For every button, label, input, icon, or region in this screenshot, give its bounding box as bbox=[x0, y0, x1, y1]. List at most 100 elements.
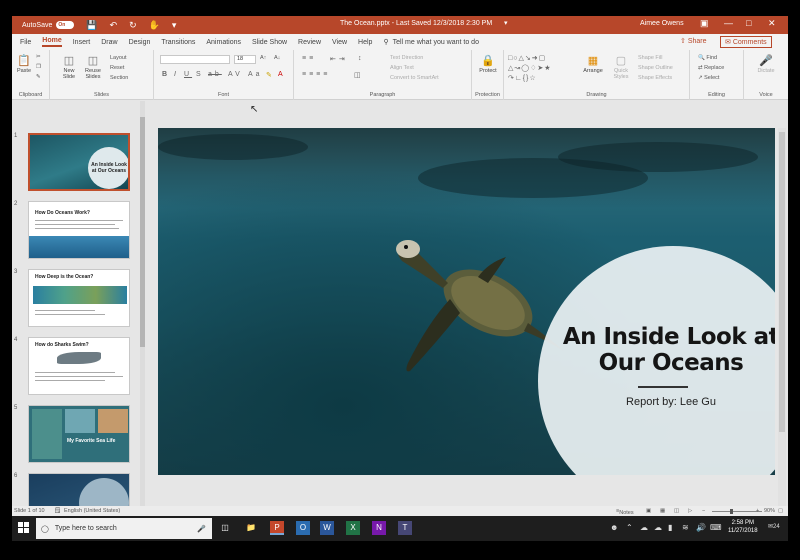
slide-subtitle[interactable]: Report by: Lee Gu bbox=[560, 396, 775, 408]
maximize-icon[interactable]: □ bbox=[746, 18, 751, 28]
shapes-gallery-icon[interactable]: □○△↘➜▢ bbox=[508, 54, 546, 62]
quick-styles-button[interactable]: ▢ Quick Styles bbox=[608, 54, 634, 80]
shape-outline-button[interactable]: Shape Outline bbox=[638, 65, 673, 71]
powerpoint-app-icon[interactable]: P bbox=[270, 521, 284, 535]
line-spacing-icon[interactable]: ↕ bbox=[358, 55, 365, 62]
columns-icon[interactable]: ◫ bbox=[354, 71, 364, 79]
format-painter-icon[interactable]: ✎ bbox=[36, 74, 41, 80]
slide-title[interactable]: An Inside Look at Our Oceans bbox=[560, 324, 775, 376]
share-button[interactable]: ⇧ Share bbox=[680, 37, 707, 45]
italic-icon[interactable]: I bbox=[174, 71, 179, 78]
tab-review[interactable]: Review bbox=[298, 39, 321, 46]
font-size-box[interactable]: 18 bbox=[234, 55, 256, 64]
align-text-button[interactable]: Align Text bbox=[390, 65, 414, 71]
tell-me-box[interactable]: ⚲ Tell me what you want to do bbox=[383, 38, 479, 47]
tab-design[interactable]: Design bbox=[129, 39, 151, 46]
notifications-icon[interactable]: ✉24 bbox=[768, 523, 780, 530]
save-icon[interactable]: 💾 bbox=[86, 20, 97, 31]
tab-insert[interactable]: Insert bbox=[73, 39, 91, 46]
tab-home[interactable]: Home bbox=[42, 37, 62, 47]
normal-view-icon[interactable]: ▣ bbox=[646, 508, 651, 514]
task-view-icon[interactable]: ◫ bbox=[218, 521, 232, 535]
proofing-icon[interactable]: 🗒 bbox=[54, 508, 61, 514]
bold-icon[interactable]: B bbox=[162, 71, 170, 78]
change-case-icon[interactable]: Aa bbox=[248, 71, 263, 78]
touch-mode-icon[interactable]: ✋ bbox=[149, 20, 160, 31]
customize-toolbar-icon[interactable]: ▾ bbox=[172, 20, 177, 31]
section-button[interactable]: Section bbox=[110, 75, 128, 81]
shrink-font-icon[interactable]: A↓ bbox=[274, 55, 280, 61]
people-icon[interactable]: ☻ bbox=[610, 523, 618, 532]
reset-button[interactable]: Reset bbox=[110, 65, 124, 71]
cut-icon[interactable]: ✂ bbox=[36, 54, 41, 60]
undo-icon[interactable]: ↶ bbox=[110, 20, 118, 31]
indent-icon[interactable]: ⇤⇥ bbox=[330, 55, 348, 63]
fit-slide-icon[interactable]: ▢ bbox=[778, 508, 783, 514]
layout-button[interactable]: Layout bbox=[110, 55, 127, 61]
copy-icon[interactable]: ❐ bbox=[36, 64, 41, 70]
thumbnail-scrollbar[interactable] bbox=[140, 101, 145, 521]
user-name[interactable]: Aimee Owens bbox=[640, 20, 684, 27]
slide-thumbnail-3[interactable]: How Deep is the Ocean? bbox=[28, 269, 130, 327]
slide-scroll-thumb[interactable] bbox=[779, 132, 785, 432]
ribbon-display-icon[interactable]: ▣ bbox=[700, 18, 709, 29]
shapes-gallery-icon-row2[interactable]: △↝◯♢➤★ bbox=[508, 64, 552, 72]
find-button[interactable]: 🔍 Find bbox=[698, 55, 717, 61]
slide-thumbnail-4[interactable]: How do Sharks Swim? bbox=[28, 337, 130, 395]
grow-font-icon[interactable]: A↑ bbox=[260, 55, 266, 61]
close-icon[interactable]: ✕ bbox=[768, 18, 776, 29]
tab-slide-show[interactable]: Slide Show bbox=[252, 39, 287, 46]
notes-button[interactable]: ≡ Notes bbox=[616, 508, 634, 516]
dictate-button[interactable]: 🎤 Dictate bbox=[750, 54, 782, 74]
shadow-icon[interactable]: S bbox=[196, 71, 204, 78]
chevron-up-icon[interactable]: ⌃ bbox=[626, 523, 633, 532]
autosave-toggle[interactable]: On bbox=[56, 21, 75, 29]
slide-thumbnail-1[interactable]: An Inside Look at Our Oceans bbox=[28, 133, 130, 191]
redo-icon[interactable]: ↻ bbox=[129, 20, 137, 31]
shapes-gallery-icon-row3[interactable]: ↷∟{}☆ bbox=[508, 74, 537, 82]
slide-canvas[interactable]: An Inside Look at Our Oceans Report by: … bbox=[158, 128, 775, 475]
comments-button[interactable]: ✉ Comments bbox=[720, 36, 772, 48]
onenote-app-icon[interactable]: N bbox=[372, 521, 386, 535]
file-explorer-icon[interactable]: 📁 bbox=[244, 521, 258, 535]
strikethrough-icon[interactable]: ab bbox=[208, 71, 222, 78]
tab-animations[interactable]: Animations bbox=[206, 39, 241, 46]
shape-effects-button[interactable]: Shape Effects bbox=[638, 75, 672, 81]
title-dropdown-icon[interactable]: ▾ bbox=[504, 19, 508, 27]
replace-button[interactable]: ⇄ Replace bbox=[698, 65, 724, 71]
tab-help[interactable]: Help bbox=[358, 39, 372, 46]
select-button[interactable]: ↗ Select bbox=[698, 75, 719, 81]
battery-icon[interactable]: ▮ bbox=[668, 523, 672, 532]
shape-fill-button[interactable]: Shape Fill bbox=[638, 55, 662, 61]
convert-smartart-button[interactable]: Convert to SmartArt bbox=[390, 75, 439, 81]
thumbnail-scroll-thumb[interactable] bbox=[140, 117, 145, 347]
taskbar-clock[interactable]: 2:58 PM 11/27/2018 bbox=[728, 519, 758, 535]
new-slide-button[interactable]: ◫ New Slide bbox=[58, 54, 80, 80]
outlook-app-icon[interactable]: O bbox=[296, 521, 310, 535]
windows-start-icon[interactable] bbox=[18, 522, 30, 534]
keyboard-icon[interactable]: ⌨ bbox=[710, 523, 722, 532]
minimize-icon[interactable]: — bbox=[724, 18, 733, 28]
bullets-icon[interactable]: ≡≡ bbox=[302, 55, 316, 62]
autosave-control[interactable]: AutoSave On bbox=[22, 21, 75, 29]
word-app-icon[interactable]: W bbox=[320, 521, 334, 535]
excel-app-icon[interactable]: X bbox=[346, 521, 360, 535]
zoom-slider[interactable] bbox=[712, 511, 762, 512]
wifi-icon[interactable]: ≋ bbox=[682, 523, 689, 532]
reuse-slides-button[interactable]: ◫ Reuse Slides bbox=[82, 54, 104, 80]
slideshow-view-icon[interactable]: ▷ bbox=[688, 508, 692, 514]
tab-view[interactable]: View bbox=[332, 39, 347, 46]
microphone-icon[interactable]: 🎤 bbox=[197, 525, 206, 533]
zoom-out-icon[interactable]: − bbox=[702, 508, 705, 514]
font-color-icon[interactable]: A bbox=[278, 71, 286, 78]
slide-sorter-icon[interactable]: ▦ bbox=[660, 508, 665, 514]
volume-icon[interactable]: 🔊 bbox=[696, 523, 706, 532]
text-direction-button[interactable]: Text Direction bbox=[390, 55, 423, 61]
taskbar-search[interactable]: ◯ Type here to search 🎤 bbox=[36, 518, 212, 539]
tab-transitions[interactable]: Transitions bbox=[161, 39, 195, 46]
font-name-box[interactable] bbox=[160, 55, 230, 64]
slide-thumbnail-5[interactable]: My Favorite Sea Life bbox=[28, 405, 130, 463]
highlight-icon[interactable]: ✎ bbox=[266, 71, 275, 79]
zoom-level[interactable]: 90% bbox=[764, 508, 775, 514]
protect-button[interactable]: 🔒 Protect bbox=[475, 54, 501, 74]
